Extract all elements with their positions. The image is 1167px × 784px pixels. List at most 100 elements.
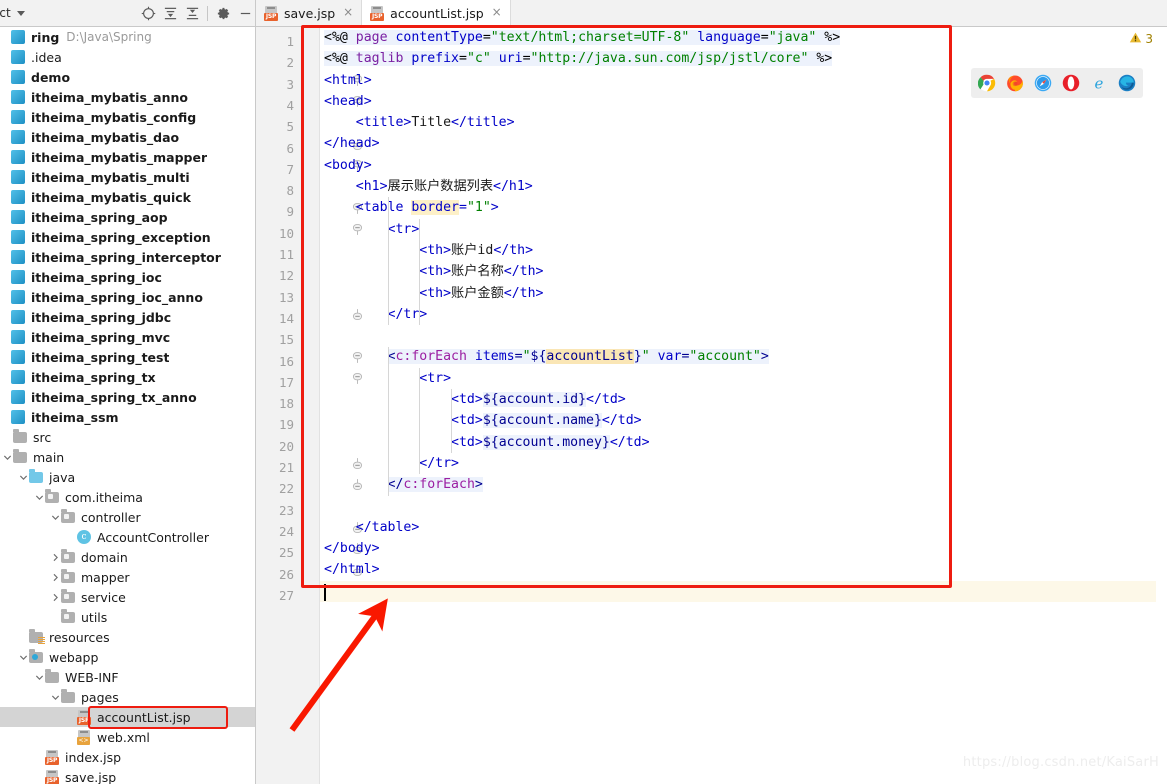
tree-disclosure-arrow[interactable]: [0, 87, 11, 107]
tree-item-main[interactable]: main: [0, 447, 255, 467]
inspection-status[interactable]: 3: [1129, 31, 1153, 47]
tree-disclosure-arrow[interactable]: [0, 147, 11, 167]
tree-disclosure-arrow[interactable]: [2, 447, 13, 467]
tree-item-web-xml[interactable]: <> web.xml: [0, 727, 255, 747]
tree-disclosure-arrow[interactable]: [0, 47, 11, 67]
project-panel-title[interactable]: ect: [0, 6, 11, 20]
tree-item-itheima-spring-tx[interactable]: itheima_spring_tx: [0, 367, 255, 387]
tree-item-accountlist-jsp[interactable]: JSP accountList.jsp: [0, 707, 255, 727]
tree-disclosure-arrow[interactable]: [34, 767, 45, 784]
tree-disclosure-arrow[interactable]: [0, 107, 11, 127]
tree-disclosure-arrow[interactable]: [0, 167, 11, 187]
tree-item-itheima-mybatis-dao[interactable]: itheima_mybatis_dao: [0, 127, 255, 147]
tree-item-itheima-ssm[interactable]: itheima_ssm: [0, 407, 255, 427]
tree-item-mapper[interactable]: mapper: [0, 567, 255, 587]
tree-disclosure-arrow[interactable]: [50, 587, 61, 607]
tree-disclosure-arrow[interactable]: [0, 227, 11, 247]
tree-disclosure-arrow[interactable]: [66, 727, 77, 747]
tree-disclosure-arrow[interactable]: [34, 667, 45, 687]
tree-item-webapp[interactable]: webapp: [0, 647, 255, 667]
tree-item-pages[interactable]: pages: [0, 687, 255, 707]
code-line[interactable]: </c:forEach>: [320, 474, 1167, 495]
tree-item-resources[interactable]: resources: [0, 627, 255, 647]
code-line[interactable]: <td>${account.money}</td>: [320, 432, 1167, 453]
tree-item-demo[interactable]: demo: [0, 67, 255, 87]
code-line[interactable]: </html>: [320, 559, 1167, 580]
tree-disclosure-arrow[interactable]: [34, 747, 45, 767]
tree-item-save-jsp[interactable]: JSP save.jsp: [0, 767, 255, 784]
tree-item-itheima-mybatis-quick[interactable]: itheima_mybatis_quick: [0, 187, 255, 207]
tree-disclosure-arrow[interactable]: [18, 647, 29, 667]
tree-item-itheima-spring-interceptor[interactable]: itheima_spring_interceptor: [0, 247, 255, 267]
hide-panel-icon[interactable]: [234, 2, 255, 24]
code-line[interactable]: <c:forEach items="${accountList}" var="a…: [320, 346, 1167, 367]
tree-disclosure-arrow[interactable]: [0, 127, 11, 147]
code-line[interactable]: <tr>: [320, 219, 1167, 240]
code-content[interactable]: <%@ page contentType="text/html;charset=…: [320, 27, 1167, 784]
tree-item--idea[interactable]: .idea: [0, 47, 255, 67]
tree-item-itheima-spring-ioc-anno[interactable]: itheima_spring_ioc_anno: [0, 287, 255, 307]
tree-item-itheima-spring-mvc[interactable]: itheima_spring_mvc: [0, 327, 255, 347]
tree-item-utils[interactable]: utils: [0, 607, 255, 627]
settings-gear-icon[interactable]: [212, 2, 234, 24]
tree-item-ring[interactable]: ring D:\Java\Spring: [0, 27, 255, 47]
tree-item-itheima-spring-tx-anno[interactable]: itheima_spring_tx_anno: [0, 387, 255, 407]
tree-item-itheima-mybatis-multi[interactable]: itheima_mybatis_multi: [0, 167, 255, 187]
code-line[interactable]: </body>: [320, 538, 1167, 559]
code-folding-strip[interactable]: [302, 27, 362, 784]
code-line[interactable]: <title>Title</title>: [320, 112, 1167, 133]
code-line[interactable]: [320, 496, 1167, 517]
tree-disclosure-arrow[interactable]: [50, 607, 61, 627]
code-line[interactable]: <th>账户金额</th>: [320, 283, 1167, 304]
tree-disclosure-arrow[interactable]: [0, 27, 11, 47]
tree-item-itheima-mybatis-anno[interactable]: itheima_mybatis_anno: [0, 87, 255, 107]
tree-disclosure-arrow[interactable]: [0, 307, 11, 327]
safari-icon[interactable]: [1034, 74, 1052, 92]
tree-disclosure-arrow[interactable]: [2, 427, 13, 447]
code-line[interactable]: <h1>展示账户数据列表</h1>: [320, 176, 1167, 197]
internet-explorer-icon[interactable]: e: [1090, 74, 1108, 92]
code-line[interactable]: [320, 325, 1167, 346]
editor-tab-accountList-jsp[interactable]: JSP accountList.jsp ×: [362, 0, 511, 27]
chevron-down-icon[interactable]: [16, 10, 25, 16]
tree-item-controller[interactable]: controller: [0, 507, 255, 527]
code-line[interactable]: <th>账户名称</th>: [320, 261, 1167, 282]
tree-disclosure-arrow[interactable]: [0, 407, 11, 427]
tree-item-itheima-spring-exception[interactable]: itheima_spring_exception: [0, 227, 255, 247]
tree-disclosure-arrow[interactable]: [0, 347, 11, 367]
code-line[interactable]: </table>: [320, 517, 1167, 538]
code-line[interactable]: <%@ page contentType="text/html;charset=…: [320, 27, 1167, 48]
code-line[interactable]: <td>${account.id}</td>: [320, 389, 1167, 410]
collapse-all-icon[interactable]: [181, 2, 203, 24]
tree-disclosure-arrow[interactable]: [66, 707, 77, 727]
tree-item-accountcontroller[interactable]: c AccountController: [0, 527, 255, 547]
tree-item-itheima-spring-aop[interactable]: itheima_spring_aop: [0, 207, 255, 227]
tree-disclosure-arrow[interactable]: [0, 267, 11, 287]
code-line[interactable]: </head>: [320, 133, 1167, 154]
code-line[interactable]: <body>: [320, 155, 1167, 176]
editor-tab-save-jsp[interactable]: JSP save.jsp ×: [256, 0, 363, 26]
tree-disclosure-arrow[interactable]: [0, 187, 11, 207]
open-in-browser-strip[interactable]: e: [971, 68, 1143, 98]
tree-disclosure-arrow[interactable]: [50, 547, 61, 567]
tree-item-service[interactable]: service: [0, 587, 255, 607]
code-line[interactable]: <td>${account.name}</td>: [320, 410, 1167, 431]
tree-disclosure-arrow[interactable]: [50, 687, 61, 707]
tree-item-web-inf[interactable]: WEB-INF: [0, 667, 255, 687]
tree-disclosure-arrow[interactable]: [18, 467, 29, 487]
tree-disclosure-arrow[interactable]: [0, 327, 11, 347]
tree-item-itheima-spring-jdbc[interactable]: itheima_spring_jdbc: [0, 307, 255, 327]
tree-item-com-itheima[interactable]: com.itheima: [0, 487, 255, 507]
opera-icon[interactable]: [1062, 74, 1080, 92]
tree-item-index-jsp[interactable]: JSP index.jsp: [0, 747, 255, 767]
tree-disclosure-arrow[interactable]: [66, 527, 77, 547]
tree-disclosure-arrow[interactable]: [18, 627, 29, 647]
select-opened-file-icon[interactable]: [137, 2, 159, 24]
tree-disclosure-arrow[interactable]: [0, 247, 11, 267]
editor-scrollbar[interactable]: [1156, 27, 1167, 784]
tree-disclosure-arrow[interactable]: [0, 67, 11, 87]
code-line[interactable]: <th>账户id</th>: [320, 240, 1167, 261]
code-line[interactable]: </tr>: [320, 453, 1167, 474]
tree-item-itheima-mybatis-config[interactable]: itheima_mybatis_config: [0, 107, 255, 127]
tree-item-domain[interactable]: domain: [0, 547, 255, 567]
